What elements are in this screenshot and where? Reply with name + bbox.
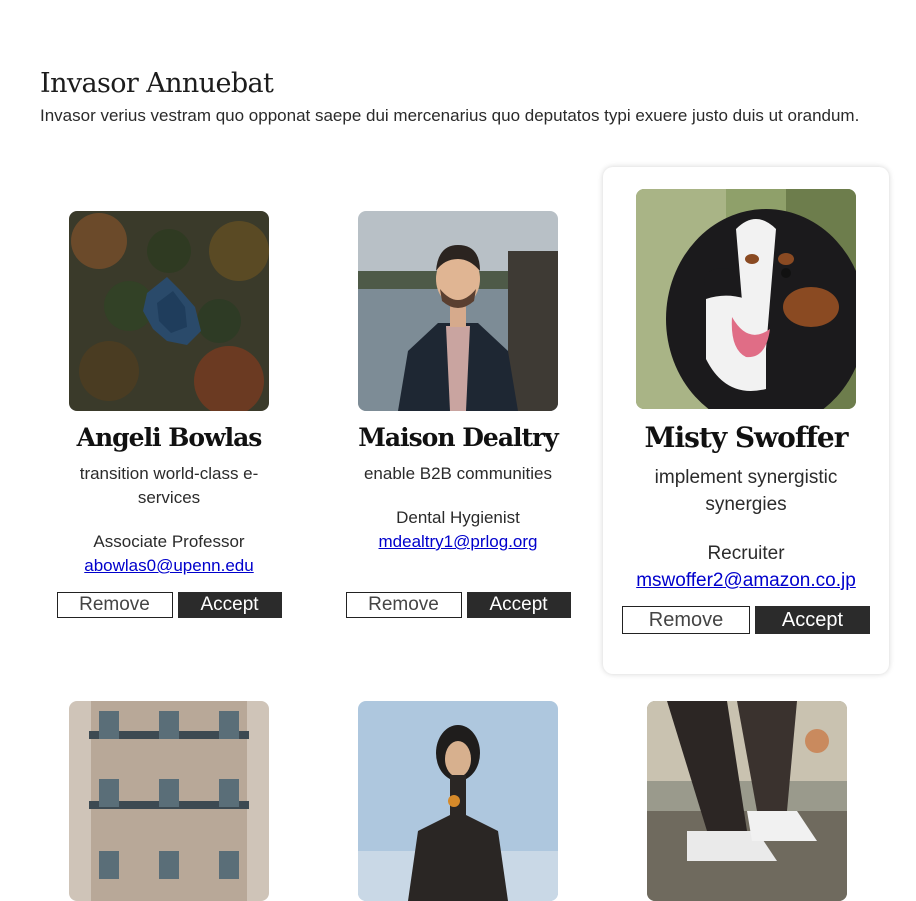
profile-photo-dog — [636, 189, 856, 409]
profile-photo-hooded-man — [358, 701, 558, 901]
profile-role: Associate Professor — [93, 532, 245, 551]
profile-photo-forest-lake — [69, 211, 269, 411]
profile-photo-sneakers — [647, 701, 847, 901]
profile-email-link[interactable]: mdealtry1@prlog.org — [338, 530, 578, 554]
profile-email-link[interactable]: mswoffer2@amazon.co.jp — [603, 567, 889, 594]
profile-tagline: transition world-class e-services — [79, 464, 259, 507]
profile-name: Maison Dealtry — [358, 423, 559, 452]
profile-tagline: enable B2B communities — [363, 464, 553, 483]
page-description: Invasor verius vestram quo opponat saepe… — [40, 106, 860, 125]
accept-button[interactable]: Accept — [755, 606, 870, 634]
card-actions: Remove Accept — [49, 592, 289, 618]
profile-name: Angeli Bowlas — [76, 423, 263, 452]
profile-role: Dental Hygienist — [396, 508, 520, 527]
profile-card: Angeli Bowlas transition world-class e-s… — [49, 211, 289, 618]
accept-button[interactable]: Accept — [466, 592, 571, 618]
card-actions: Remove Accept — [603, 606, 889, 634]
page-title: Invasor Annuebat — [40, 68, 274, 99]
profile-photo-man-by-lake — [358, 211, 558, 411]
profile-card: Maison Dealtry enable B2B communities De… — [338, 211, 578, 618]
remove-button[interactable]: Remove — [622, 606, 750, 634]
profile-role: Recruiter — [707, 543, 785, 564]
profile-tagline: implement synergistic synergies — [654, 467, 838, 515]
profile-photo-building — [69, 701, 269, 901]
remove-button[interactable]: Remove — [56, 592, 173, 618]
profile-card-featured: Misty Swoffer implement synergistic syne… — [603, 167, 889, 674]
remove-button[interactable]: Remove — [345, 592, 462, 618]
card-actions: Remove Accept — [338, 592, 578, 618]
profile-email-link[interactable]: abowlas0@upenn.edu — [49, 554, 289, 578]
accept-button[interactable]: Accept — [177, 592, 282, 618]
profile-name: Misty Swoffer — [644, 421, 848, 454]
